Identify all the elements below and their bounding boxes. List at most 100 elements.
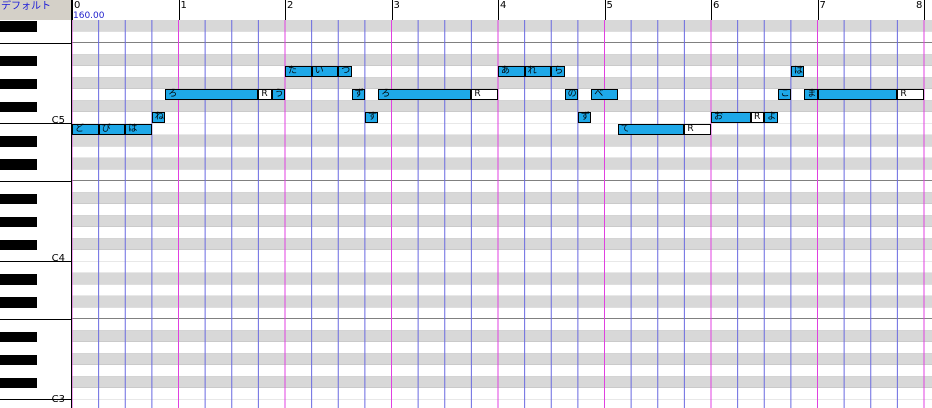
grid-row [72,261,932,273]
grid-row [72,54,932,66]
note-block[interactable]: す [364,112,379,123]
note-block[interactable]: の [564,89,578,100]
note-block[interactable]: べ [591,89,618,100]
note-lyric: の [567,89,577,99]
grid-lines [72,20,932,408]
black-key[interactable] [0,331,37,342]
black-key[interactable] [0,101,37,112]
note-lyric: は [128,123,138,134]
note-lyric: ま [807,89,817,99]
piano-roll-grid[interactable]: どぴはねろRうたいつずすろRあれらのずべてRおRよこはまR [72,20,932,408]
note-block[interactable]: よ [764,112,778,123]
note-block[interactable]: う [271,89,285,100]
note-lyric: ろ [168,89,178,99]
note-block[interactable]: ず [577,112,592,123]
grid-row [72,250,932,262]
grid-row [72,181,932,193]
octave-label-c3: C3 [51,394,65,405]
note-lyric: R [261,89,268,99]
note-block[interactable]: れ [524,66,552,77]
white-key-border [0,180,71,182]
black-key[interactable] [0,354,37,365]
black-key[interactable] [0,78,37,89]
octave-label-c5: C5 [51,115,65,126]
note-block[interactable]: ろ [378,89,472,100]
grid-row [72,158,932,170]
grid-row [72,399,932,408]
black-key[interactable] [0,55,37,66]
grid-row [72,238,932,250]
grid-row [72,20,932,32]
preset-label[interactable]: デフォルト [0,0,71,20]
black-key[interactable] [0,159,37,170]
bar-tick [391,0,393,20]
black-key[interactable] [0,136,37,147]
piano-keyboard[interactable]: デフォルト C5 C4 C3 [0,0,72,408]
bar-tick [285,0,286,20]
note-lyric: ら [554,66,564,76]
note-lyric: は [793,66,803,76]
note-lyric: R [900,89,907,99]
note-block[interactable]: ま [804,89,818,100]
note-lyric: い [314,66,324,76]
grid-row [72,123,932,135]
note-block[interactable]: ら [551,66,565,77]
bar-number: 7 [819,0,826,11]
note-block[interactable]: い [311,66,339,77]
note-block[interactable]: ず [351,89,365,100]
note-block[interactable]: ぴ [98,123,126,135]
note-lyric: ず [354,89,364,99]
note-block[interactable]: お [711,112,751,123]
grid-row [72,77,932,89]
rest-note[interactable]: R [750,112,765,123]
note-block[interactable]: は [125,123,152,135]
bar-number: 1 [180,0,187,11]
rest-note[interactable]: R [897,89,924,100]
black-key[interactable] [0,297,37,308]
grid-row [72,342,932,354]
bar-tick [817,0,819,20]
note-block[interactable]: は [790,66,805,77]
note-lyric: つ [341,66,351,76]
grid-row [72,388,932,400]
black-key[interactable] [0,274,37,285]
note-block[interactable]: つ [338,66,352,77]
note-block[interactable]: ろ [165,89,259,100]
note-block[interactable]: こ [777,89,791,100]
note-block[interactable]: た [285,66,312,77]
note-lyric: ど [75,123,85,134]
note-lyric: よ [767,112,777,122]
black-key[interactable] [0,239,37,250]
note-block[interactable]: ね [151,112,166,123]
bar-tick [604,0,606,20]
grid-row [72,135,932,147]
rest-note[interactable]: R [258,89,272,100]
black-key[interactable] [0,377,37,388]
octave-label-c4: C4 [51,253,65,264]
bar-number: 0 [74,0,81,11]
measure-ruler[interactable]: 0 1 2 3 4 5 6 7 8 [72,0,932,20]
bar-tick [924,0,925,20]
black-key[interactable] [0,193,37,204]
rest-note[interactable]: R [684,123,711,135]
black-key[interactable] [0,21,37,32]
grid-row [72,31,932,43]
grid-row [72,169,932,181]
white-key-border [0,42,71,44]
black-key[interactable] [0,216,37,227]
note-block[interactable]: て [617,123,685,135]
grid-row [72,307,932,319]
bar-number: 8 [916,0,923,11]
note-lyric: ぴ [101,123,111,134]
grid-row [72,112,932,124]
note-lyric: R [474,89,481,99]
note-lyric: て [620,123,630,134]
grid-row [72,330,932,342]
note-lyric: お [714,112,724,122]
rest-note[interactable]: R [471,89,498,100]
note-block[interactable]: ど [72,123,99,135]
grid-row [72,353,932,365]
note-lyric: ね [154,112,164,122]
note-block[interactable] [817,89,898,100]
note-block[interactable]: あ [498,66,525,77]
